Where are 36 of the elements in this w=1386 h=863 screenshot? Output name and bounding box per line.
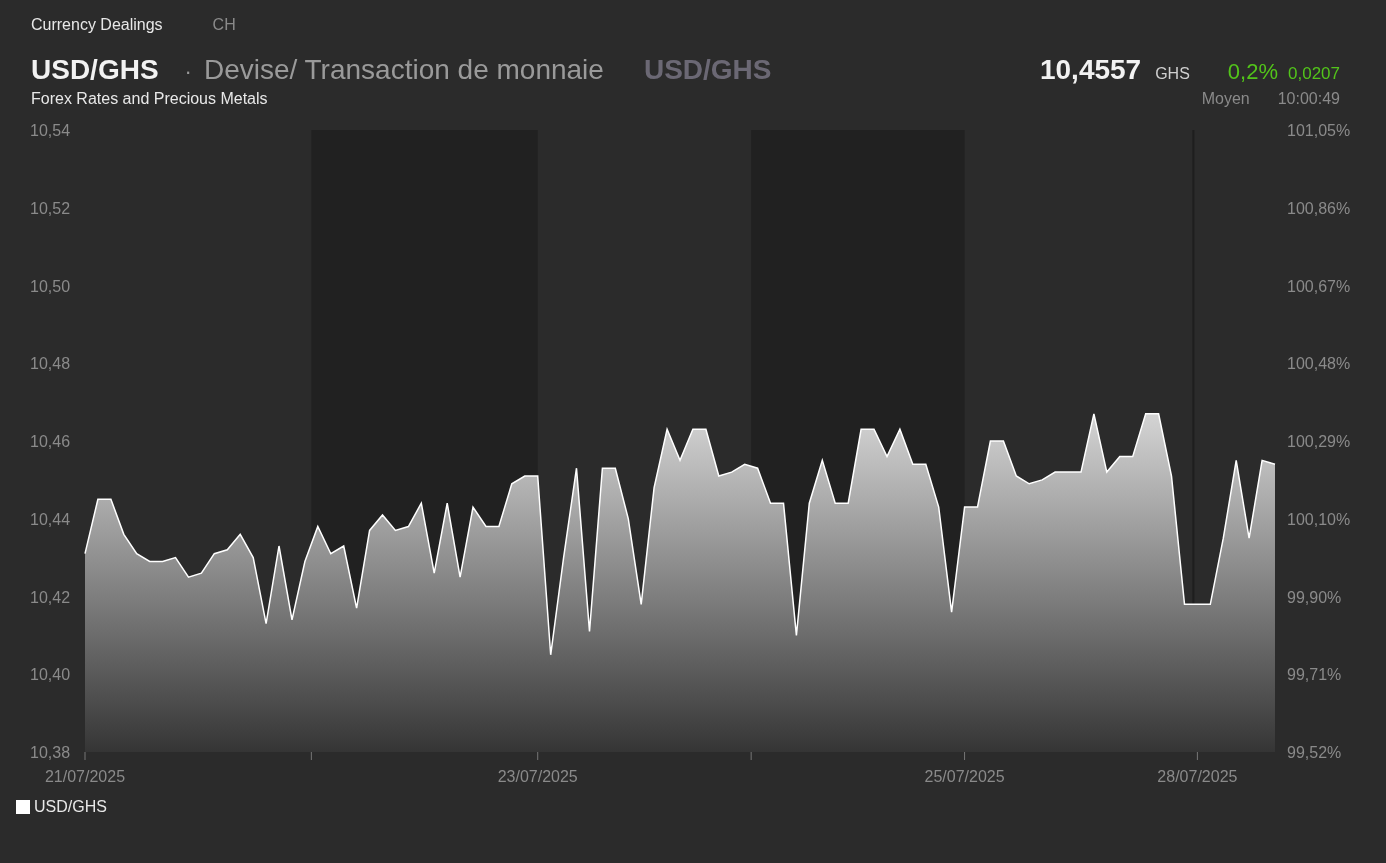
x-axis-label: 28/07/2025 [1157, 768, 1238, 785]
subtitle: Forex Rates and Precious Metals [31, 90, 268, 108]
percent-axis-label: 99,90% [1287, 588, 1342, 606]
percent-axis-label: 99,71% [1287, 666, 1342, 684]
x-axis-label: 21/07/2025 [44, 768, 126, 785]
y-axis-label: 10,40 [30, 666, 71, 684]
percent-axis-label: 100,67% [1287, 277, 1351, 295]
x-axis-label: 23/07/2025 [497, 768, 578, 785]
y-axis-label: 10,42 [30, 588, 71, 606]
percent-axis-label: 100,86% [1287, 199, 1351, 217]
percent-axis-label: 100,10% [1287, 510, 1351, 528]
y-axis-label: 10,50 [30, 277, 71, 295]
region-label: CH [212, 16, 236, 34]
change-absolute: 0,0207 [1288, 64, 1340, 84]
percent-axis-label: 100,29% [1287, 433, 1351, 450]
legend-label: USD/GHS [34, 798, 107, 816]
separator-dot: · [184, 59, 192, 85]
y-axis-label: 10,38 [30, 744, 71, 761]
y-axis-label: 10,52 [30, 199, 71, 217]
symbol-title: USD/GHS [31, 54, 159, 86]
percent-axis-label: 100,48% [1287, 355, 1351, 373]
y-axis-label: 10,48 [30, 355, 71, 373]
y-axis-label: 10,44 [30, 510, 71, 528]
currency-label: GHS [1155, 65, 1190, 83]
category-title: Devise/ Transaction de monnaie [203, 54, 604, 86]
symbol-secondary: USD/GHS [643, 54, 772, 86]
x-axis-label: 25/07/2025 [924, 768, 1005, 785]
section-title: Currency Dealings [31, 16, 163, 34]
price-value: 10,4557 [1039, 54, 1142, 86]
time-label: 10:00:49 [1277, 90, 1340, 108]
percent-axis-label: 99,52% [1287, 744, 1342, 761]
percent-axis-label: 101,05% [1287, 122, 1351, 139]
y-axis-label: 10,54 [30, 122, 71, 139]
y-axis-label: 10,46 [30, 433, 71, 450]
change-percent: 0,2% [1227, 59, 1278, 85]
price-type-label: Moyen [1201, 90, 1250, 108]
